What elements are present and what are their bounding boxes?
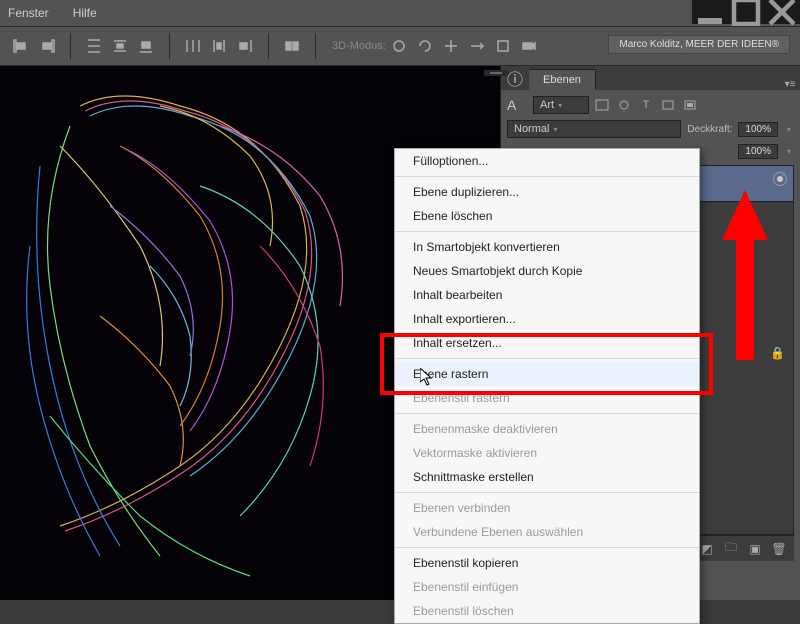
- scroll-up-icon[interactable]: ▴: [777, 166, 791, 180]
- divider: [268, 33, 269, 59]
- context-menu-item[interactable]: Ebene duplizieren...: [395, 180, 699, 204]
- context-menu-separator: [395, 547, 699, 548]
- context-menu-item: Ebenen verbinden: [395, 496, 699, 520]
- options-bar: 3D-Modus: Marco Kolditz, MEER DER IDEEN®: [0, 26, 800, 66]
- delete-layer-icon[interactable]: 🗑: [770, 540, 788, 558]
- filter-smart-icon[interactable]: [681, 97, 699, 113]
- new-layer-icon[interactable]: ▣: [746, 540, 764, 558]
- auto-align-icon[interactable]: [282, 36, 302, 56]
- 3d-roll-icon[interactable]: [415, 36, 435, 56]
- context-menu-separator: [395, 358, 699, 359]
- context-menu-item[interactable]: Inhalt ersetzen...: [395, 331, 699, 355]
- filter-pixel-icon[interactable]: [593, 97, 611, 113]
- context-menu-item[interactable]: Ebene löschen: [395, 204, 699, 228]
- 3d-slide-icon[interactable]: [467, 36, 487, 56]
- 3d-pan-icon[interactable]: [441, 36, 461, 56]
- fill-value[interactable]: 100%: [738, 144, 778, 159]
- filter-shape-icon[interactable]: [659, 97, 677, 113]
- menu-bar: Fenster Hilfe: [0, 0, 800, 26]
- opacity-value[interactable]: 100%: [738, 122, 778, 137]
- context-menu-item: Ebenenmaske deaktivieren: [395, 417, 699, 441]
- distribute-bottom-icon[interactable]: [136, 36, 156, 56]
- mode-3d-label: 3D-Modus:: [332, 40, 386, 52]
- align-right-icon[interactable]: [37, 36, 57, 56]
- blend-mode-dropdown[interactable]: Normal▾: [507, 120, 681, 138]
- context-menu-item[interactable]: Fülloptionen...: [395, 149, 699, 173]
- context-menu-item: Vektormaske aktivieren: [395, 441, 699, 465]
- context-menu-separator: [395, 492, 699, 493]
- align-left-icon[interactable]: [11, 36, 31, 56]
- layer-mask-icon[interactable]: ◩: [698, 540, 716, 558]
- context-menu-item[interactable]: Schnittmaske erstellen: [395, 465, 699, 489]
- context-menu-item: Ebenenstil löschen: [395, 599, 699, 623]
- filter-type-icon[interactable]: T: [637, 97, 655, 113]
- context-menu-item[interactable]: In Smartobjekt konvertieren: [395, 235, 699, 259]
- window-maximize-button[interactable]: [728, 0, 764, 24]
- context-menu-item: Ebenenstil einfügen: [395, 575, 699, 599]
- context-menu-item: Verbundene Ebenen auswählen: [395, 520, 699, 544]
- layer-context-menu: Fülloptionen...Ebene duplizieren...Ebene…: [394, 148, 700, 624]
- context-menu-item[interactable]: Inhalt exportieren...: [395, 307, 699, 331]
- context-menu-separator: [395, 176, 699, 177]
- distribute-vcenter-icon[interactable]: [110, 36, 130, 56]
- context-menu-item[interactable]: Inhalt bearbeiten: [395, 283, 699, 307]
- panel-collapse-handle[interactable]: [484, 70, 508, 76]
- opacity-label: Deckkraft:: [687, 124, 732, 135]
- context-menu-item[interactable]: Ebene rastern: [395, 362, 699, 386]
- context-menu-separator: [395, 413, 699, 414]
- context-menu-item[interactable]: Neues Smartobjekt durch Kopie: [395, 259, 699, 283]
- new-group-icon[interactable]: 🗀: [722, 540, 740, 558]
- user-badge[interactable]: Marco Kolditz, MEER DER IDEEN®: [608, 35, 790, 54]
- filter-adjust-icon[interactable]: [615, 97, 633, 113]
- menu-item-hilfe[interactable]: Hilfe: [73, 6, 97, 20]
- divider: [70, 33, 71, 59]
- ebenen-tab[interactable]: Ebenen: [529, 69, 596, 90]
- distribute-left-icon[interactable]: [183, 36, 203, 56]
- fill-flyout-icon[interactable]: ▾: [784, 147, 794, 156]
- window-minimize-button[interactable]: [692, 0, 728, 24]
- distribute-hcenter-icon[interactable]: [209, 36, 229, 56]
- divider: [169, 33, 170, 59]
- context-menu-item[interactable]: Ebenenstil kopieren: [395, 551, 699, 575]
- opacity-flyout-icon[interactable]: ▾: [784, 125, 794, 134]
- window-close-button[interactable]: [764, 0, 800, 24]
- distribute-right-icon[interactable]: [235, 36, 255, 56]
- filter-kind-dropdown[interactable]: Art▾: [533, 96, 589, 114]
- context-menu-item: Ebenenstil rastern: [395, 386, 699, 410]
- 3d-rotate-icon[interactable]: [389, 36, 409, 56]
- lock-icon: 🔒: [770, 346, 785, 360]
- distribute-top-icon[interactable]: [84, 36, 104, 56]
- panel-menu-icon[interactable]: ▾≡: [780, 79, 800, 90]
- 3d-scale-icon[interactable]: [493, 36, 513, 56]
- 3d-camera-icon[interactable]: [519, 36, 539, 56]
- menu-item-fenster[interactable]: Fenster: [8, 6, 49, 20]
- character-panel-icon[interactable]: A: [507, 97, 529, 113]
- context-menu-separator: [395, 231, 699, 232]
- divider: [315, 33, 316, 59]
